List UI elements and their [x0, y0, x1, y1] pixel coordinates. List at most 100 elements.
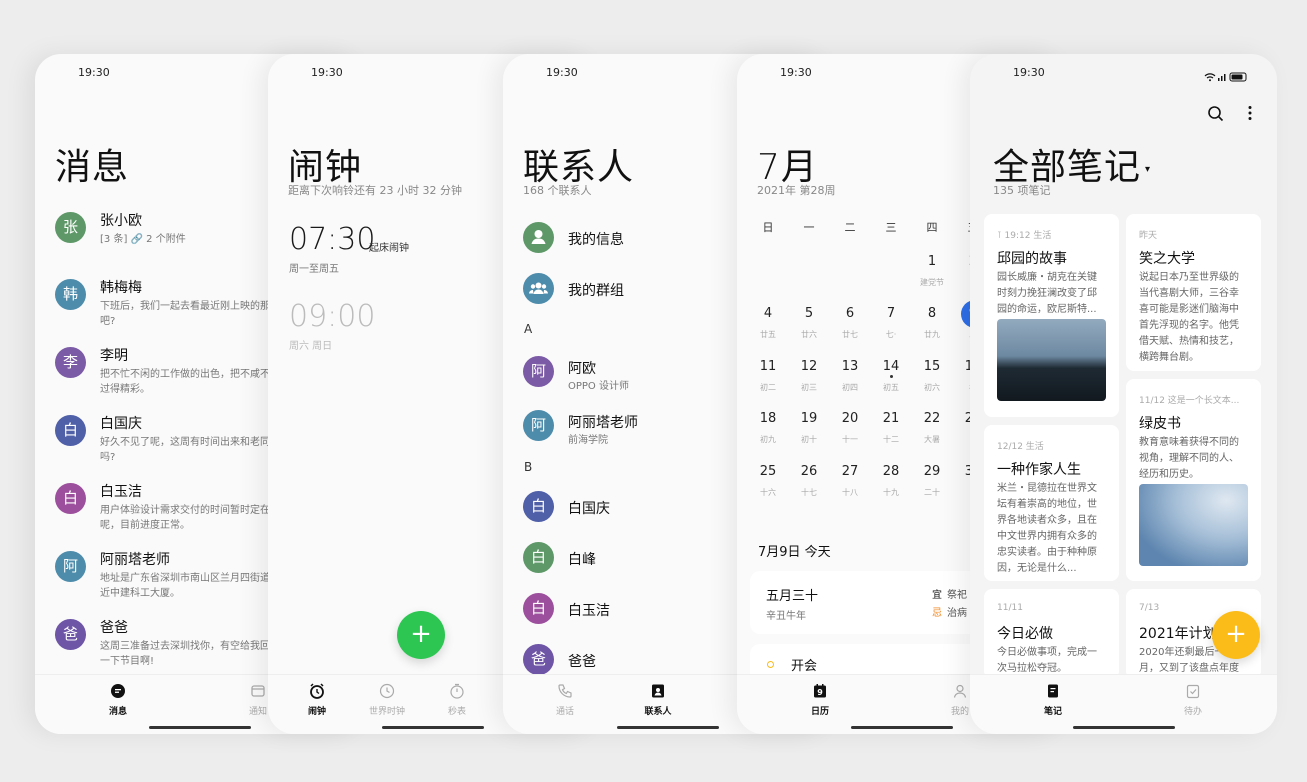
calendar-day[interactable]: 26 十七	[789, 464, 829, 498]
calendar-icon: 9	[811, 683, 829, 701]
tab-label: 日历	[810, 707, 829, 717]
calendar-day[interactable]: 8 廿九	[912, 306, 952, 340]
home-indicator	[1072, 726, 1175, 729]
tab-todo[interactable]: 待办	[1168, 683, 1218, 717]
lunar-label: 建党节	[920, 278, 944, 287]
lunar-label: 十九	[883, 488, 899, 497]
tab-label: 通话	[555, 707, 574, 717]
phone-icon	[556, 683, 574, 701]
profile-icon	[951, 683, 969, 701]
weekday-label: 日	[762, 221, 774, 234]
notification-icon	[249, 683, 267, 701]
avatar: 阿	[523, 410, 554, 441]
avatar: 白	[523, 593, 554, 624]
calendar-day[interactable]: 12 初三	[789, 359, 829, 393]
contact-name: 我的信息	[568, 232, 624, 248]
checklist-icon	[1184, 683, 1202, 701]
tab-calendar[interactable]: 9 日历	[795, 683, 845, 717]
calendar-day[interactable]: 21 十二	[871, 411, 911, 445]
note-title: 笑之大学	[1139, 251, 1195, 267]
lunar-label: 初四	[842, 383, 858, 392]
note-card[interactable]: 11/11 今日必做 今日必做事项，完成一 次马拉松夺冠。	[984, 589, 1119, 679]
tab-label: 消息	[108, 707, 127, 717]
calendar-day[interactable]: 22 大暑	[912, 411, 952, 445]
note-meta: 7/13	[1139, 603, 1160, 613]
note-body: 教育意味着获得不同的 视角，理解不同的人、 经历和历史。	[1139, 437, 1239, 480]
contact-name: 我的群组	[568, 283, 624, 299]
message-preview: 这周三准备过去深圳找你，有空给我回 一下节目啊!	[100, 641, 270, 667]
day-number: 20	[841, 411, 859, 426]
message-preview: 地址是广东省深圳市南山区兰月四街道 近中建科工大厦。	[100, 573, 270, 599]
tab-contacts[interactable]: 联系人	[633, 683, 683, 717]
tab-messages[interactable]: 消息	[93, 683, 143, 717]
contact-name: 白玉洁	[568, 603, 610, 619]
calendar-day[interactable]: 19 初十	[789, 411, 829, 445]
calendar-day[interactable]: 28 十九	[871, 464, 911, 498]
day-number: 5	[804, 306, 814, 321]
group-icon	[523, 273, 554, 304]
yi-label: 宜	[932, 590, 942, 601]
tab-world-clock[interactable]: 世界时钟	[362, 683, 412, 717]
lunar-label: 初六	[924, 383, 940, 392]
more-icon[interactable]	[1248, 105, 1252, 125]
dropdown-caret-icon: ▾	[1145, 163, 1152, 175]
status-time: 19:30	[780, 66, 812, 79]
calendar-day[interactable]: 25 十六	[748, 464, 788, 498]
add-alarm-button[interactable]: +	[397, 611, 445, 659]
note-card[interactable]: ⊺ 19:12 生活 邱园的故事 园长威廉・胡克在关键 时刻力挽狂澜改变了邱 园…	[984, 214, 1119, 417]
calendar-day[interactable]: 1 建党节	[912, 254, 952, 288]
sender-name: 白玉洁	[100, 484, 142, 500]
home-indicator	[382, 726, 484, 729]
event-title: 开会	[791, 659, 818, 674]
search-icon[interactable]	[1207, 105, 1224, 126]
calendar-day[interactable]: 15 初六	[912, 359, 952, 393]
calendar-day[interactable]: 29 二十	[912, 464, 952, 498]
day-number: 28	[882, 464, 900, 479]
day-number: 22	[923, 411, 941, 426]
calendar-day[interactable]: 20 十一	[830, 411, 870, 445]
day-number: 26	[800, 464, 818, 479]
calendar-day[interactable]: 13 初四	[830, 359, 870, 393]
sender-name: 阿丽塔老师	[100, 552, 170, 568]
note-title: 2021年计划	[1139, 626, 1217, 642]
tab-alarm[interactable]: 闹钟	[292, 683, 342, 717]
calendar-day[interactable]: 7 七·	[871, 306, 911, 340]
ji-label: 忌	[932, 608, 942, 619]
chat-bubble-icon	[109, 683, 127, 701]
note-card[interactable]: 昨天 笑之大学 说起日本乃至世界级的 当代喜剧大师，三谷幸 喜可能是影迷们脑海中…	[1126, 214, 1261, 371]
page-title: 消息	[55, 147, 130, 188]
note-title: 邱园的故事	[997, 251, 1067, 267]
calendar-day[interactable]: 6 廿七	[830, 306, 870, 340]
tab-label: 秒表	[447, 707, 466, 717]
alarm-time[interactable]: 07:30	[289, 222, 375, 257]
note-meta: 11/11	[997, 603, 1023, 613]
day-number: 21	[882, 411, 900, 426]
lunar-label: 十一	[842, 435, 858, 444]
calendar-day[interactable]: 5 廿六	[789, 306, 829, 340]
tab-calls[interactable]: 通话	[540, 683, 590, 717]
calendar-day[interactable]: 11 初二	[748, 359, 788, 393]
note-card[interactable]: 12/12 生活 一种作家人生 米兰・昆德拉在世界文 坛有着崇高的地位，世 界各…	[984, 425, 1119, 581]
avatar: 爸	[523, 644, 554, 675]
notes-screen: 19:30 全部笔记 ▾ 135 项笔记 ⊺ 19:12 生活 邱园的故事 园长威…	[970, 54, 1277, 734]
tab-notes[interactable]: 笔记	[1028, 683, 1078, 717]
lunar-label: 廿六	[801, 330, 817, 339]
note-card[interactable]: 11/12 这是一个长文本... 绿皮书 教育意味着获得不同的 视角，理解不同的…	[1126, 379, 1261, 581]
add-note-button[interactable]: +	[1212, 611, 1260, 659]
message-preview: 把不忙不闲的工作做的出色，把不咸不 过得精彩。	[100, 369, 270, 395]
calendar-day[interactable]: 27 十八	[830, 464, 870, 498]
calendar-day[interactable]: 4 廿五	[748, 306, 788, 340]
alarm-time[interactable]: 09:00	[289, 299, 375, 334]
calendar-day[interactable]: 14 初五	[871, 359, 911, 393]
day-number: 7	[886, 306, 896, 321]
sender-name: 韩梅梅	[100, 280, 142, 296]
tab-stopwatch[interactable]: 秒表	[432, 683, 482, 717]
note-image	[1139, 484, 1248, 566]
contact-name: 白峰	[568, 552, 596, 568]
lunar-label: 七·	[885, 330, 897, 339]
section-header: A	[524, 322, 533, 336]
calendar-day[interactable]: 18 初九	[748, 411, 788, 445]
status-time: 19:30	[546, 66, 578, 79]
contacts-icon	[649, 683, 667, 701]
note-meta: 11/12 这是一个长文本...	[1139, 396, 1240, 406]
